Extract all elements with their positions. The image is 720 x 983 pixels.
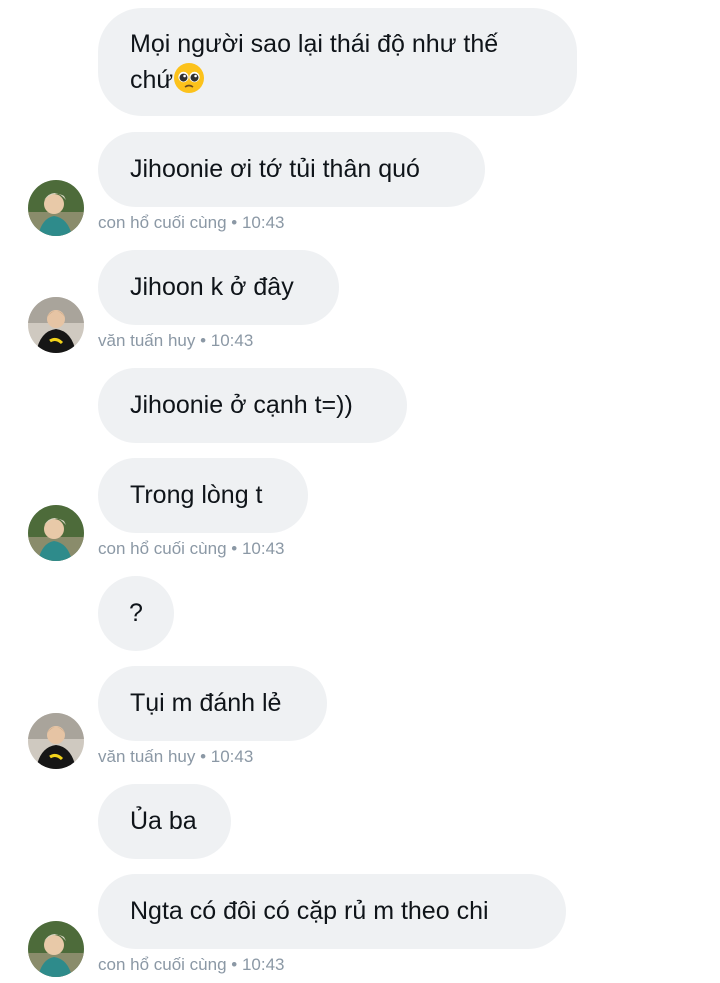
message-bubble[interactable]: Jihoonie ơi tớ tủi thân quó xyxy=(98,132,485,207)
user-avatar-green-shirt[interactable] xyxy=(28,180,84,236)
message-bubble[interactable]: Jihoon k ở đây xyxy=(98,250,339,325)
sender-name: con hổ cuối cùng xyxy=(98,955,227,974)
message-bubble[interactable]: Tụi m đánh lẻ xyxy=(98,666,327,741)
message-text: ? xyxy=(129,599,143,627)
timestamp: 10:43 xyxy=(210,331,254,350)
sender-name: con hổ cuối cùng xyxy=(98,213,227,232)
message-text: Ủa ba xyxy=(130,807,197,835)
message-meta: văn tuấn huy • 10:43 xyxy=(98,331,253,351)
message-bubble[interactable]: ? xyxy=(98,576,174,651)
message-meta: con hổ cuối cùng • 10:43 xyxy=(98,213,285,233)
message-meta: con hổ cuối cùng • 10:43 xyxy=(98,539,285,559)
meta-separator: • xyxy=(226,213,242,232)
user-avatar-black-shirt[interactable] xyxy=(28,713,84,769)
sender-name: văn tuấn huy xyxy=(98,331,196,350)
user-avatar-green-shirt[interactable] xyxy=(28,921,84,977)
message-meta: con hổ cuối cùng • 10:43 xyxy=(98,955,285,975)
message-bubble[interactable]: Mọi người sao lại thái độ như thế chứ xyxy=(98,8,577,116)
message-bubble[interactable]: Jihoonie ở cạnh t=)) xyxy=(98,368,407,443)
message-text: Ngta có đôi có cặp rủ m theo chi xyxy=(130,897,489,925)
sender-name: con hổ cuối cùng xyxy=(98,539,227,558)
meta-separator: • xyxy=(195,747,211,766)
timestamp: 10:43 xyxy=(210,747,254,766)
meta-separator: • xyxy=(226,955,242,974)
pleading-face-icon xyxy=(174,63,205,93)
meta-separator: • xyxy=(195,331,211,350)
message-text: Tụi m đánh lẻ xyxy=(130,689,282,717)
user-avatar-black-shirt[interactable] xyxy=(28,297,84,353)
user-avatar-green-shirt[interactable] xyxy=(28,505,84,561)
message-text: Jihoon k ở đây xyxy=(130,273,294,301)
message-bubble[interactable]: Trong lòng t xyxy=(98,458,308,533)
message-meta: văn tuấn huy • 10:43 xyxy=(98,747,253,767)
message-bubble[interactable]: Ngta có đôi có cặp rủ m theo chi xyxy=(98,874,566,949)
sender-name: văn tuấn huy xyxy=(98,747,196,766)
message-text: Trong lòng t xyxy=(130,481,263,509)
timestamp: 10:43 xyxy=(241,539,285,558)
meta-separator: • xyxy=(226,539,242,558)
timestamp: 10:43 xyxy=(241,955,285,974)
timestamp: 10:43 xyxy=(241,213,285,232)
message-bubble[interactable]: Ủa ba xyxy=(98,784,231,859)
message-text: Jihoonie ở cạnh t=)) xyxy=(130,391,353,419)
message-text: Jihoonie ơi tớ tủi thân quó xyxy=(130,155,420,183)
